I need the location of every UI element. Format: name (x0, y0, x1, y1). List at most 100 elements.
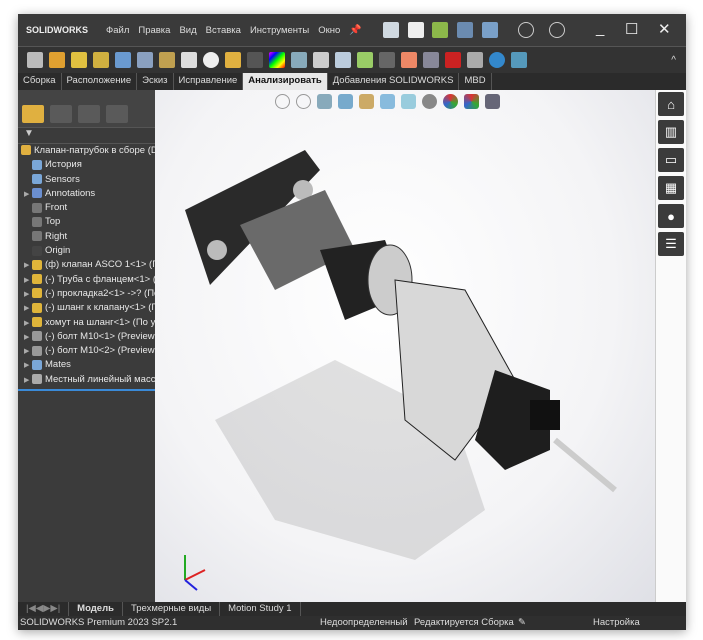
menu-edit[interactable]: Правка (138, 25, 170, 36)
home-icon[interactable] (382, 22, 399, 38)
pin-icon[interactable]: 📌 (349, 25, 361, 36)
tree-item[interactable]: ▶ (-) прокладка2<1> ->? (По умолчанию) (18, 287, 155, 301)
close-button[interactable]: ✕ (658, 20, 671, 38)
dynamic-annotation-icon[interactable] (359, 94, 374, 109)
draft-analysis-icon[interactable] (291, 52, 307, 68)
tree-item[interactable]: Front (18, 201, 155, 215)
filter-icon[interactable]: ▼ (18, 128, 155, 144)
tree-item[interactable]: ▶ (-) болт M10<2> (PreviewCfg) (18, 344, 155, 358)
check-icon[interactable] (357, 52, 373, 68)
menu-view[interactable]: Вид (179, 25, 196, 36)
tab-3d-views[interactable]: Трехмерные виды (123, 602, 221, 616)
symmetry-icon[interactable] (423, 52, 439, 68)
balance-icon[interactable] (159, 52, 175, 68)
tree-item[interactable]: ▶ (-) болт M10<1> (PreviewCfg) (18, 330, 155, 344)
section-view-icon[interactable] (338, 94, 353, 109)
maximize-button[interactable]: ☐ (625, 20, 638, 38)
menu-tools[interactable]: Инструменты (250, 25, 309, 36)
performance-icon[interactable] (203, 52, 219, 68)
tab-model[interactable]: Модель (69, 602, 123, 616)
save-icon[interactable] (457, 22, 474, 38)
tree-item[interactable]: ▶ хомут на шланг<1> (По умолчанию) (18, 316, 155, 330)
expand-arrow-icon[interactable]: ▶ (24, 302, 32, 315)
rebuild-icon[interactable]: ✎ (518, 616, 526, 630)
zoom-area-icon[interactable] (296, 94, 311, 109)
costing-icon[interactable] (467, 52, 483, 68)
tree-item[interactable]: ▶ Annotations (18, 187, 155, 201)
tab-assembly[interactable]: Сборка (18, 73, 62, 90)
tree-item[interactable]: ▶ (ф) клапан ASCO 1<1> (По умолчанию) (18, 258, 155, 272)
tree-item[interactable]: ▶ Mates (18, 358, 155, 372)
tree-item[interactable]: Right (18, 230, 155, 244)
tree-root[interactable]: Клапан-патрубок в сборе (Default) (18, 144, 155, 158)
new-document-icon[interactable] (407, 22, 424, 38)
zoom-to-fit-icon[interactable] (275, 94, 290, 109)
print-icon[interactable] (481, 22, 498, 38)
tab-analyze[interactable]: Анализировать (243, 73, 328, 90)
flow-icon[interactable] (511, 52, 527, 68)
tab-motion-study[interactable]: Motion Study 1 (220, 602, 301, 616)
expand-arrow-icon[interactable]: ▶ (24, 374, 32, 387)
help-icon[interactable] (549, 22, 566, 38)
interference-icon[interactable] (137, 52, 153, 68)
display-style-icon[interactable] (401, 94, 416, 109)
menu-window[interactable]: Окно (318, 25, 340, 36)
hide-show-icon[interactable] (422, 94, 437, 109)
property-manager-tab[interactable] (50, 105, 72, 123)
tab-repair[interactable]: Исправление (174, 73, 244, 90)
design-check-icon[interactable] (27, 52, 43, 68)
expand-arrow-icon[interactable]: ▶ (24, 331, 32, 344)
tree-item[interactable]: ▶ (-) Труба с фланцем<1> (По умолчанию) (18, 273, 155, 287)
design-library-icon[interactable]: ▥ (658, 120, 684, 144)
driveworks-icon[interactable] (445, 52, 461, 68)
minimize-button[interactable]: _ (596, 20, 604, 37)
tree-item[interactable]: Origin (18, 244, 155, 258)
view-orientation-icon[interactable] (380, 94, 395, 109)
menu-file[interactable]: Файл (106, 25, 129, 36)
expand-arrow-icon[interactable]: ▶ (24, 317, 32, 330)
expand-arrow-icon[interactable]: ▶ (24, 188, 32, 201)
collapse-toolbar-icon[interactable]: ^ (671, 55, 676, 66)
file-explorer-icon[interactable]: ▭ (658, 148, 684, 172)
account-icon[interactable] (517, 22, 534, 38)
compare-documents-icon[interactable] (335, 52, 351, 68)
expand-arrow-icon[interactable]: ▶ (24, 288, 32, 301)
menu-insert[interactable]: Вставка (206, 25, 241, 36)
section-properties-icon[interactable] (93, 52, 109, 68)
undercut-icon[interactable] (313, 52, 329, 68)
feature-manager-tab[interactable] (22, 105, 44, 123)
open-icon[interactable] (432, 22, 449, 38)
configuration-manager-tab[interactable] (78, 105, 100, 123)
view-palette-icon[interactable]: ▦ (658, 176, 684, 200)
mass-properties-icon[interactable] (71, 52, 87, 68)
tab-sketch[interactable]: Эскиз (137, 73, 174, 90)
expand-arrow-icon[interactable]: ▶ (24, 345, 32, 358)
custom-properties-icon[interactable]: ☰ (658, 232, 684, 256)
measure-icon[interactable] (49, 52, 65, 68)
rollback-bar[interactable] (18, 389, 155, 392)
sw-resources-icon[interactable]: ⌂ (658, 92, 684, 116)
hole-alignment-icon[interactable] (181, 52, 197, 68)
tab-layout[interactable]: Расположение (62, 73, 138, 90)
tab-mbd[interactable]: MBD (459, 73, 492, 90)
assembly-model[interactable] (155, 90, 655, 602)
thickness-icon[interactable] (379, 52, 395, 68)
assembly-visualization-icon[interactable] (225, 52, 241, 68)
dimxpert-tab[interactable] (106, 105, 128, 123)
zebra-icon[interactable] (401, 52, 417, 68)
view-settings-icon[interactable] (485, 94, 500, 109)
tree-item[interactable]: ▶ Местный линейный массив1 (18, 373, 155, 387)
tree-item[interactable]: Top (18, 215, 155, 229)
tree-item[interactable]: ▶ (-) шланг к клапану<1> (По умолчанию) (18, 301, 155, 315)
sustainability-icon[interactable] (489, 52, 505, 68)
appearances-icon[interactable]: ● (658, 204, 684, 228)
curvature-icon[interactable] (269, 52, 285, 68)
expand-arrow-icon[interactable]: ▶ (24, 359, 32, 372)
scene-icon[interactable] (464, 94, 479, 109)
appearance-icon[interactable] (443, 94, 458, 109)
tree-item[interactable]: Sensors (18, 173, 155, 187)
units-button[interactable]: Настройка (593, 616, 640, 630)
graphics-area[interactable] (155, 90, 655, 602)
traffic-light-icon[interactable] (247, 52, 263, 68)
tab-scroll-arrows[interactable]: |◀◀▶▶| (18, 602, 70, 616)
